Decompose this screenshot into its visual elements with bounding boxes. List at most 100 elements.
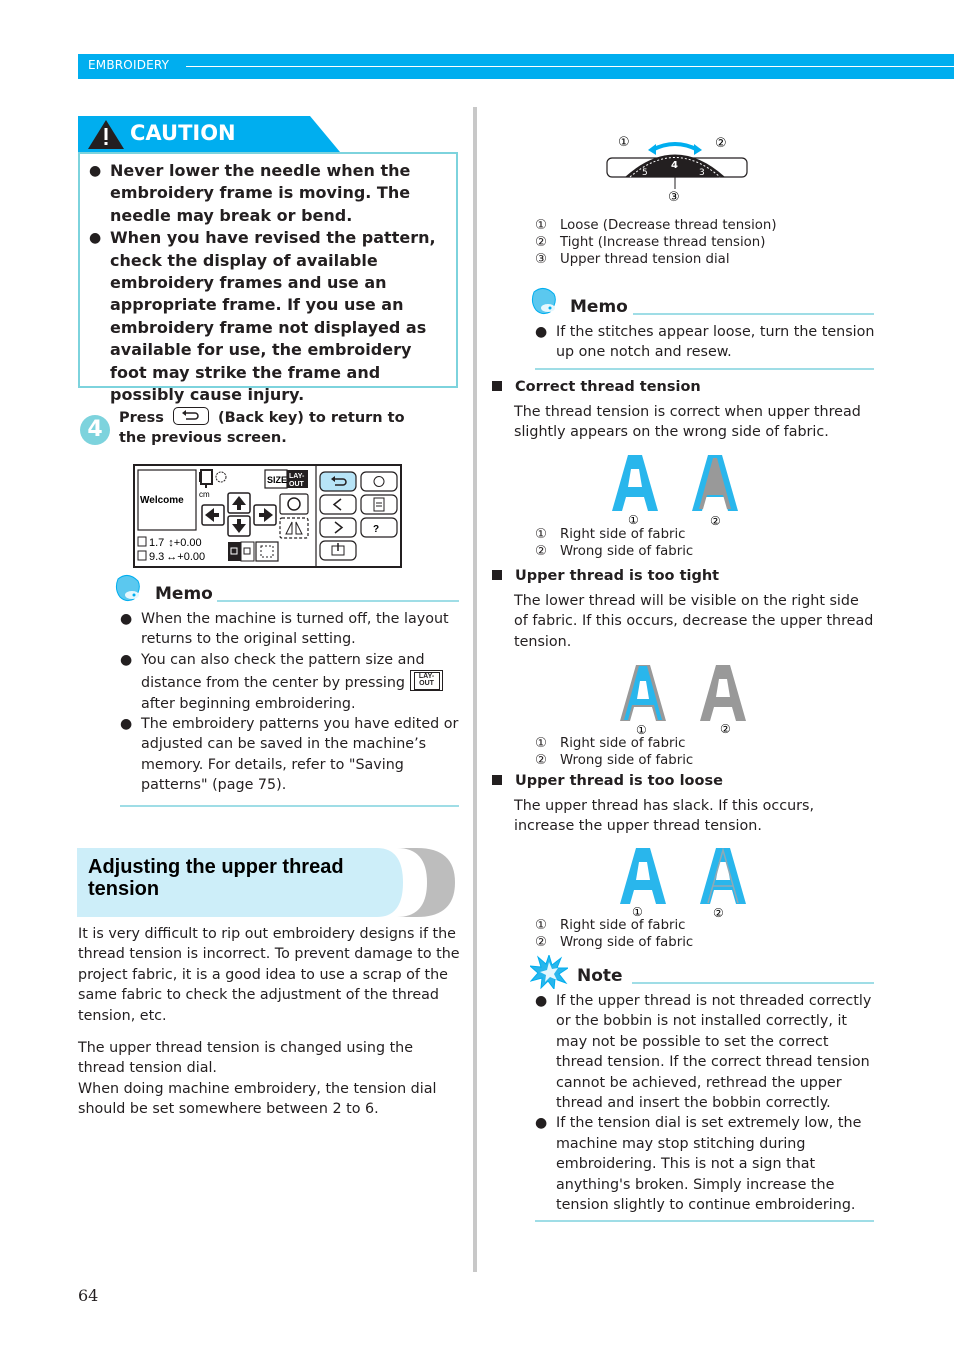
section-body: It is very difficult to rip out embroide… [78,924,463,1120]
lcd-screen: Welcome cm SIZE LAY- OUT 1.7 ↕+0.00 9.3 … [133,464,402,568]
legend-item: ② Tight (Increase thread tension) [535,235,766,250]
memo-bell-icon [531,288,556,315]
range-paragraph: When doing machine embroidery, the tensi… [78,1080,437,1118]
memo-list: ● If the stitches appear loose, turn the… [535,322,875,363]
move-right-button[interactable] [253,504,277,526]
bullet-icon: ● [120,611,133,627]
layout-button[interactable]: LAY- OUT [287,470,308,488]
legend-item: ① Right side of fabric [535,527,686,542]
square-bullet-icon [492,775,502,785]
move-up-button[interactable] [227,492,251,514]
case-text: The upper thread has slack. If this occu… [514,798,815,835]
note-item: ● If the upper thread is not threaded co… [535,991,875,1113]
header-band: EMBROIDERY [78,54,954,79]
unit-label: cm [199,490,210,499]
rotate-button[interactable] [279,493,309,515]
legend-item: ② Wrong side of fabric [535,544,694,559]
caution-title: CAUTION [130,121,236,145]
lcd-embroider-button[interactable] [319,540,357,561]
dial-paragraph: The upper thread tension is changed usin… [78,1040,414,1077]
header-rule [186,66,954,67]
center-button[interactable] [255,541,279,562]
svg-text:SIZE: SIZE [267,475,287,485]
tension-dial-figure: ① ② 5 4 3 ③ [606,135,748,205]
mirror-button[interactable] [279,517,309,539]
legend-item: ③ Upper thread tension dial [535,252,730,267]
memo-title: Memo [570,297,628,317]
page-number: 64 [78,1286,99,1305]
stitch-sample-figure: ① ② [612,455,738,527]
svg-text:②: ② [710,514,721,527]
note-list: ● If the upper thread is not threaded co… [535,991,875,1215]
width-readout: 9.3 ↔+0.00 [149,551,205,563]
bullet-icon: ● [120,716,133,733]
density-toggle[interactable] [228,541,255,562]
square-bullet-icon [492,570,502,580]
memo-rule [633,313,874,315]
square-bullet-icon [492,381,502,391]
lcd-back-button[interactable] [319,471,357,492]
memo-bell-icon [115,575,140,602]
right-side-sample [620,848,666,904]
frame-icon [199,469,227,488]
right-side-sample [612,455,658,511]
layout-key-icon: LAY- OUT [409,670,443,692]
case-heading: Upper thread is too tight [492,568,719,584]
legend-item: ① Right side of fabric [535,736,686,751]
svg-text:?: ? [373,524,379,535]
intro-paragraph: It is very difficult to rip out embroide… [78,926,460,1024]
memo-item: ● You can also check the pattern size an… [120,650,460,714]
note-title: Note [577,966,623,986]
column-divider [473,107,477,1272]
dial-legend: ① Loose (Decrease thread tension) ② Tight … [535,217,777,268]
width-icon [137,550,147,561]
legend-item: ① Right side of fabric [535,918,686,933]
caution-item: ● When you have revised the pattern, che… [89,227,449,406]
bullet-icon: ● [535,324,548,340]
case-heading: Upper thread is too loose [492,773,723,789]
note-item: ● If the tension dial is set extremely l… [535,1113,875,1215]
height-icon [137,536,147,547]
bullet-icon: ● [89,230,102,247]
svg-text:5: 5 [642,168,648,178]
note-rule [632,982,874,984]
direction-arrow-icon [651,142,699,152]
move-down-button[interactable] [227,515,251,537]
stitch-sample-figure: ① ② [620,848,746,920]
memo-list: ● When the machine is turned off, the la… [120,609,460,796]
svg-text:3: 3 [699,168,705,178]
legend-item: ② Wrong side of fabric [535,935,694,950]
memo-item: ● The embroidery patterns you have edite… [120,714,460,796]
case-legend: ① Right side of fabric ② Wrong side of fab… [535,526,693,560]
memo-item: ● If the stitches appear loose, turn the… [535,322,875,363]
wrong-side-sample [700,848,746,904]
step-number: 4 [80,415,110,445]
memo-title: Memo [155,584,213,604]
legend-item: ② Wrong side of fabric [535,753,694,768]
lcd-next-button[interactable] [319,517,357,538]
lcd-thread-button[interactable] [360,471,398,492]
back-key-icon [172,407,209,425]
lcd-help-button[interactable]: ? [360,517,398,538]
svg-text:LAY-: LAY- [289,473,305,480]
caution-box: ● Never lower the needle when the embroi… [78,152,458,404]
wrong-side-sample [700,665,746,721]
bullet-icon: ● [535,993,548,1009]
note-burst-icon [530,955,568,989]
height-readout: 1.7 ↕+0.00 [149,537,202,549]
lcd-document-button[interactable] [360,494,398,515]
size-button[interactable]: SIZE [264,469,288,489]
right-side-sample [620,665,666,721]
memo-rule [217,600,459,602]
memo-item: ● When the machine is turned off, the la… [120,609,460,650]
move-left-button[interactable] [201,504,225,526]
memo-end-rule [120,805,459,807]
callout-2: ② [715,136,727,151]
lcd-prev-button[interactable] [319,494,357,515]
case-legend: ① Right side of fabric ② Wrong side of fab… [535,735,693,769]
preview-text: Welcome [140,495,184,506]
svg-text:②: ② [720,722,731,736]
caution-item: ● Never lower the needle when the embroi… [89,160,449,227]
svg-text:OUT: OUT [289,481,305,488]
note-end-rule [535,1220,874,1222]
